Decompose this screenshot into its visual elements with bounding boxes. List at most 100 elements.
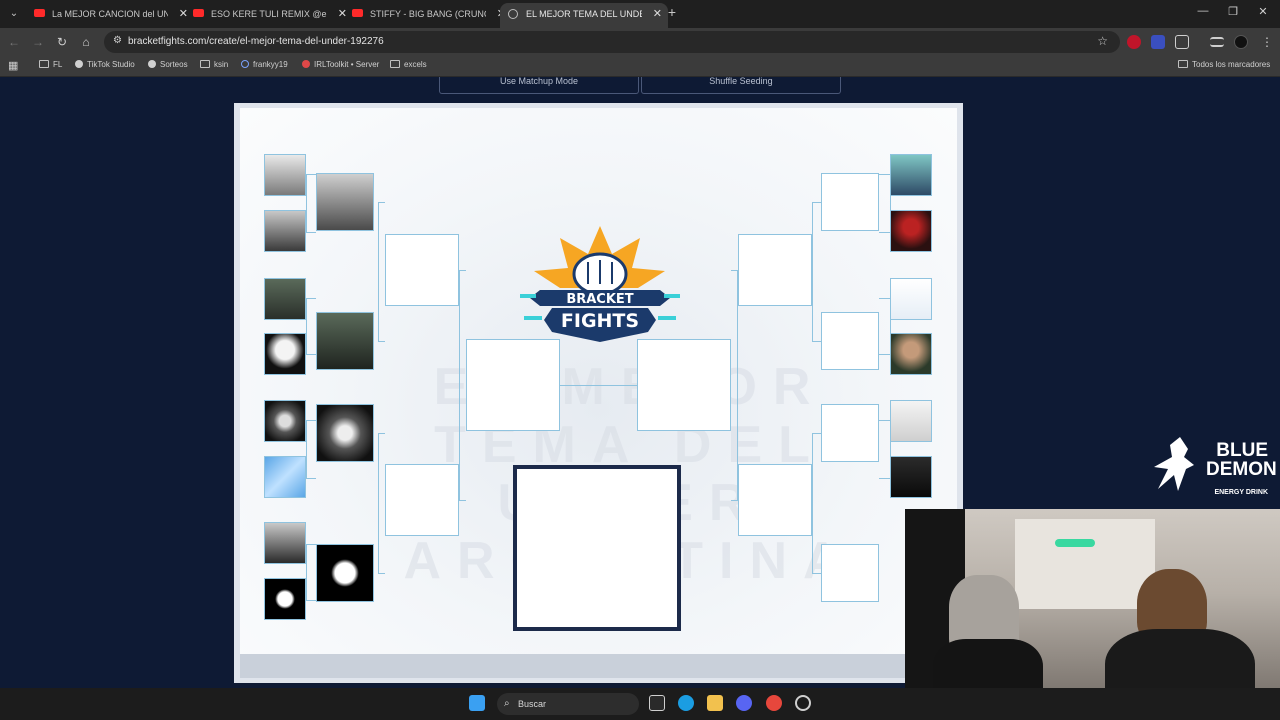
- url-text[interactable]: bracketfights.com/create/el-mejor-tema-d…: [128, 36, 384, 47]
- round2-slot[interactable]: [821, 404, 879, 462]
- round2-thumbnail[interactable]: [316, 404, 374, 462]
- bracket-connector-line: [812, 202, 821, 203]
- bookmark-excels[interactable]: excels: [390, 60, 427, 69]
- globe-icon: [508, 9, 518, 19]
- semifinal-slot-left[interactable]: [466, 339, 560, 431]
- bracket-connector-line: [812, 433, 813, 573]
- app-icon[interactable]: [795, 695, 811, 711]
- entry-thumbnail[interactable]: [264, 154, 306, 196]
- discord-icon[interactable]: [736, 695, 752, 711]
- bookmark-fl[interactable]: FL: [39, 60, 62, 69]
- final-winner-slot[interactable]: [513, 465, 681, 631]
- bracket-connector-line: [879, 354, 890, 355]
- round2-thumbnail[interactable]: [316, 173, 374, 231]
- profile-avatar-icon[interactable]: [1234, 35, 1248, 49]
- bracket-board: EL MEJOR TEMA DEL UNDER ARGENTINA: [240, 108, 957, 654]
- semifinal-slot-right[interactable]: [637, 339, 731, 431]
- bookmark-all[interactable]: Todos los marcadores: [1178, 60, 1270, 69]
- bookmark-irltoolkit[interactable]: IRLToolkit • Server: [302, 60, 379, 69]
- new-tab-plus-icon[interactable]: +: [664, 4, 680, 20]
- bookmark-tiktok[interactable]: TikTok Studio: [75, 60, 135, 69]
- extensions-puzzle-icon[interactable]: [1175, 35, 1189, 49]
- round3-slot[interactable]: [738, 464, 812, 536]
- logo-text-fights: FIGHTS: [560, 310, 640, 332]
- apps-grid-icon[interactable]: ▦: [8, 59, 18, 72]
- round3-slot[interactable]: [738, 234, 812, 306]
- bracket-connector-line: [306, 354, 316, 355]
- extension-red-icon[interactable]: [1127, 35, 1141, 49]
- minimize-icon[interactable]: —: [1194, 5, 1212, 17]
- extension-blue-icon[interactable]: [1151, 35, 1165, 49]
- entry-thumbnail[interactable]: [890, 154, 932, 196]
- menu-kebab-icon[interactable]: ⋮: [1258, 33, 1276, 51]
- entry-thumbnail[interactable]: [264, 522, 306, 564]
- youtube-icon: [193, 9, 204, 17]
- tab-search-chevron-icon[interactable]: ⌄: [4, 4, 24, 24]
- back-arrow-icon[interactable]: ←: [5, 33, 23, 51]
- media-controls-icon[interactable]: [1210, 37, 1224, 47]
- bookmark-label: IRLToolkit • Server: [314, 60, 380, 69]
- blue-demon-tagline: ENERGY DRINK: [1214, 489, 1268, 496]
- windows-start-icon[interactable]: [469, 695, 485, 711]
- close-window-icon[interactable]: ✕: [1254, 5, 1272, 18]
- tab-2[interactable]: ESO KERE TULI REMIX @enzocs ✕: [185, 3, 353, 28]
- bookmark-sorteos[interactable]: Sorteos: [148, 60, 188, 69]
- bracket-connector-line: [306, 420, 307, 478]
- round2-slot[interactable]: [821, 544, 879, 602]
- shuffle-seeding-button[interactable]: Shuffle Seeding: [641, 77, 841, 94]
- edge-icon[interactable]: [678, 695, 694, 711]
- bookmark-star-icon[interactable]: ☆: [1097, 34, 1108, 48]
- address-bar[interactable]: ⚙ bracketfights.com/create/el-mejor-tema…: [104, 31, 1120, 53]
- matchup-mode-button[interactable]: Use Matchup Mode: [439, 77, 639, 94]
- tab-title: La MEJOR CANCION del UNDER: [52, 9, 168, 19]
- bracket-connector-line: [812, 573, 821, 574]
- entry-thumbnail[interactable]: [264, 210, 306, 252]
- bookmark-label: Sorteos: [160, 60, 188, 69]
- entry-thumbnail[interactable]: [890, 210, 932, 252]
- bracket-connector-line: [731, 500, 738, 501]
- file-explorer-icon[interactable]: [707, 695, 723, 711]
- search-placeholder: Buscar: [518, 699, 547, 709]
- entry-thumbnail[interactable]: [264, 278, 306, 320]
- tab-bar: ⌄ La MEJOR CANCION del UNDER ✕ ESO KERE …: [0, 0, 1280, 28]
- entry-thumbnail[interactable]: [890, 400, 932, 442]
- entry-thumbnail[interactable]: [264, 578, 306, 620]
- bookmark-ksin[interactable]: ksin: [200, 60, 228, 69]
- bookmark-label: FL: [53, 60, 63, 69]
- restore-icon[interactable]: ❐: [1224, 5, 1242, 18]
- bracket-connector-line: [378, 433, 379, 573]
- entry-thumbnail[interactable]: [890, 456, 932, 498]
- site-info-icon[interactable]: ⚙: [113, 35, 122, 46]
- close-icon[interactable]: ✕: [653, 3, 662, 25]
- bracket-connector-line: [378, 202, 379, 341]
- bracket-connector-line: [306, 174, 307, 232]
- entry-thumbnail[interactable]: [264, 456, 306, 498]
- round2-slot[interactable]: [821, 312, 879, 370]
- entry-thumbnail[interactable]: [264, 400, 306, 442]
- entry-thumbnail[interactable]: [890, 278, 932, 320]
- forward-arrow-icon[interactable]: →: [29, 33, 47, 51]
- home-icon[interactable]: ⌂: [77, 33, 95, 51]
- taskbar-search[interactable]: ⌕ Buscar: [497, 693, 639, 715]
- blue-demon-overlay: BLUE DEMON ENERGY DRINK: [1150, 435, 1277, 505]
- bracket-connector-line: [879, 174, 890, 175]
- round3-slot[interactable]: [385, 234, 459, 306]
- round3-slot[interactable]: [385, 464, 459, 536]
- tab-3[interactable]: STIFFY - BIG BANG (CRUNCHT ✕: [344, 3, 512, 28]
- bookmark-label: frankyy19: [253, 60, 288, 69]
- bracket-connector-line: [306, 420, 316, 421]
- round2-thumbnail[interactable]: [316, 544, 374, 602]
- chrome-icon[interactable]: [766, 695, 782, 711]
- bracket-connector-line: [306, 478, 316, 479]
- bracket-connector-line: [890, 174, 891, 232]
- round2-slot[interactable]: [821, 173, 879, 231]
- entry-thumbnail[interactable]: [264, 333, 306, 375]
- reload-icon[interactable]: ↻: [53, 33, 71, 51]
- folder-icon: [390, 60, 400, 68]
- round2-thumbnail[interactable]: [316, 312, 374, 370]
- bookmark-frankyy19[interactable]: frankyy19: [241, 60, 288, 69]
- entry-thumbnail[interactable]: [890, 333, 932, 375]
- task-view-icon[interactable]: [649, 695, 665, 711]
- tab-1[interactable]: La MEJOR CANCION del UNDER ✕: [26, 3, 194, 28]
- tab-4-active[interactable]: EL MEJOR TEMA DEL UNDER B ✕: [500, 3, 668, 28]
